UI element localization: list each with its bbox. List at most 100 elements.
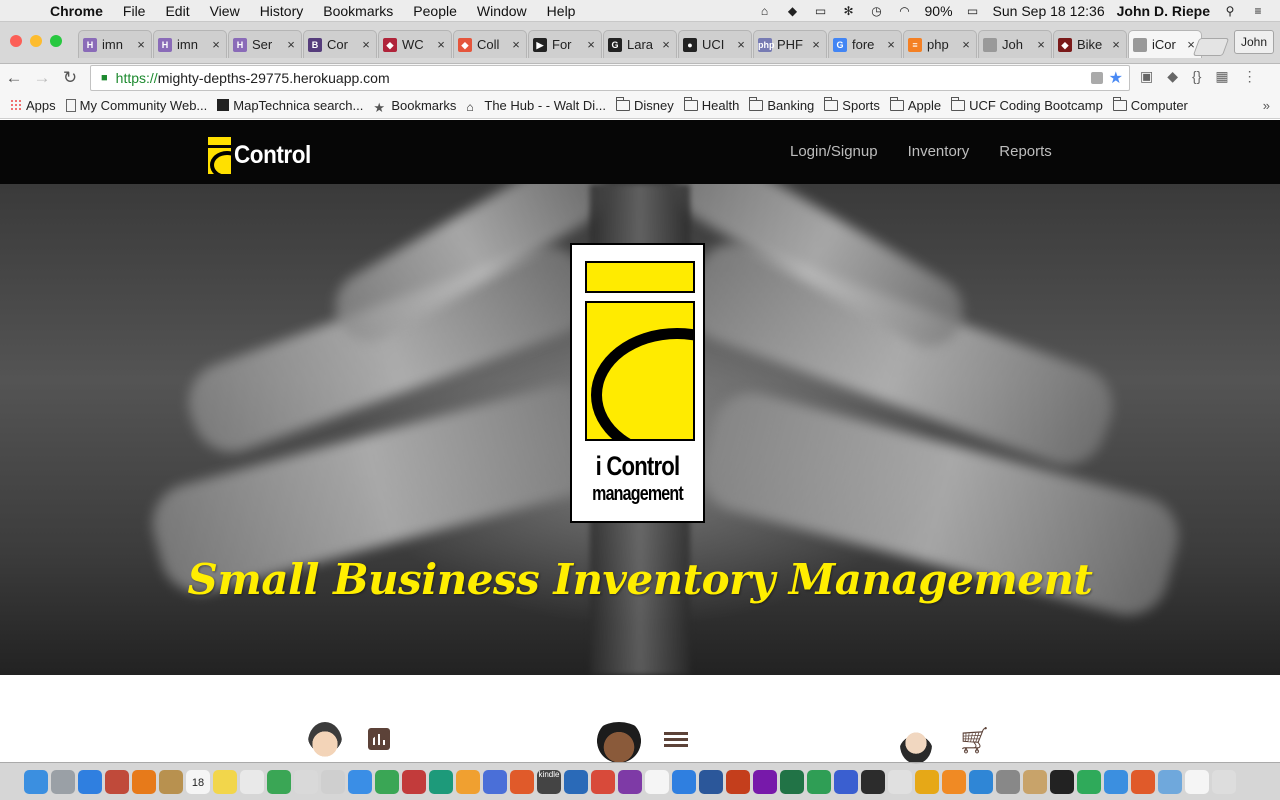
dock-app-icon[interactable] <box>861 769 885 794</box>
browser-tab[interactable]: ◆ Coll × <box>453 30 527 58</box>
dropbox-extension-icon[interactable]: ◆ <box>1167 68 1178 85</box>
dock-app-icon[interactable] <box>240 769 264 794</box>
tab-close-icon[interactable]: × <box>735 37 747 52</box>
tab-close-icon[interactable]: × <box>1110 37 1122 52</box>
dock-app-icon[interactable] <box>1077 769 1101 794</box>
bookmarks-overflow-icon[interactable]: » <box>1263 98 1270 113</box>
zoom-window-button[interactable] <box>50 35 62 47</box>
tab-close-icon[interactable]: × <box>360 37 372 52</box>
dock-app-icon[interactable] <box>1212 769 1236 794</box>
browser-tab[interactable]: B Cor × <box>303 30 377 58</box>
dock-app-icon[interactable] <box>780 769 804 794</box>
browser-tab[interactable]: iCor × <box>1128 30 1202 58</box>
dock-app-icon[interactable] <box>672 769 696 794</box>
dock-app-icon[interactable] <box>915 769 939 794</box>
kindle-dock-icon[interactable]: kindle <box>537 769 561 794</box>
cast-icon[interactable]: ▣ <box>1140 68 1153 85</box>
dock-app-icon[interactable] <box>591 769 615 794</box>
browser-tab[interactable]: H Ser × <box>228 30 302 58</box>
dock-app-icon[interactable] <box>1104 769 1128 794</box>
bookmark-item[interactable]: UCF Coding Bootcamp <box>951 96 1103 113</box>
dock-app-icon[interactable] <box>105 769 129 794</box>
dropbox-icon[interactable]: ◆ <box>785 4 801 18</box>
browser-tab[interactable]: Gfore × <box>828 30 902 58</box>
tab-close-icon[interactable]: × <box>1035 37 1047 52</box>
browser-tab[interactable]: Himn × <box>78 30 152 58</box>
minimize-window-button[interactable] <box>30 35 42 47</box>
dock-app-icon[interactable] <box>159 769 183 794</box>
menu-clock[interactable]: Sun Sep 18 12:36 <box>993 3 1105 19</box>
browser-tab[interactable]: Joh × <box>978 30 1052 58</box>
extension-grid-icon[interactable]: ▦ <box>1215 68 1228 85</box>
dock-app-icon[interactable] <box>753 769 777 794</box>
menu-people[interactable]: People <box>403 3 467 19</box>
browser-tab[interactable]: php PHF × <box>753 30 827 58</box>
dock-app-icon[interactable] <box>267 769 291 794</box>
dock-app-icon[interactable] <box>375 769 399 794</box>
nav-login-signup[interactable]: Login/Signup <box>790 143 878 160</box>
tab-close-icon[interactable]: × <box>285 37 297 52</box>
dock-app-icon[interactable] <box>78 769 102 794</box>
dock-app-icon[interactable] <box>348 769 372 794</box>
bookmark-star-icon[interactable]: ★ <box>1109 68 1123 88</box>
dock-app-icon[interactable] <box>726 769 750 794</box>
tab-close-icon[interactable]: × <box>210 37 222 52</box>
dock-app-icon[interactable] <box>834 769 858 794</box>
bookmark-item[interactable]: Apps <box>10 98 56 113</box>
bookmark-item[interactable]: ⌂ The Hub - - Walt Di... <box>466 98 606 114</box>
dock-app-icon[interactable] <box>483 769 507 794</box>
dock-app-icon[interactable] <box>510 769 534 794</box>
browser-tab[interactable]: Himn × <box>153 30 227 58</box>
dock-app-icon[interactable] <box>942 769 966 794</box>
tab-close-icon[interactable]: × <box>585 37 597 52</box>
dock-app-icon[interactable] <box>618 769 642 794</box>
bluetooth-icon[interactable]: ✻ <box>841 4 857 18</box>
time-machine-icon[interactable]: ◷ <box>869 4 885 18</box>
bookmark-item[interactable]: My Community Web... <box>65 98 207 113</box>
browser-tab[interactable]: ▶ For × <box>528 30 602 58</box>
tab-close-icon[interactable]: × <box>960 37 972 52</box>
dock-app-icon[interactable] <box>402 769 426 794</box>
bookmark-item[interactable]: Disney <box>615 96 674 113</box>
menu-history[interactable]: History <box>250 3 314 19</box>
bookmark-item[interactable]: Banking <box>749 96 814 113</box>
dock-app-icon[interactable] <box>564 769 588 794</box>
dock-app-icon[interactable] <box>645 769 669 794</box>
nav-inventory[interactable]: Inventory <box>908 143 970 160</box>
bookmark-item[interactable]: Apple <box>889 96 941 113</box>
browser-tab[interactable]: ● UCI × <box>678 30 752 58</box>
dock-app-icon[interactable] <box>996 769 1020 794</box>
bookmark-item[interactable]: Sports <box>824 96 880 113</box>
browser-tab[interactable]: ◆ Bike × <box>1053 30 1127 58</box>
dock-app-icon[interactable] <box>1158 769 1182 794</box>
dock-app-icon[interactable] <box>1023 769 1047 794</box>
bookmark-item[interactable]: Computer <box>1112 96 1188 113</box>
dock-app-icon[interactable] <box>132 769 156 794</box>
menu-app-name[interactable]: Chrome <box>40 3 113 19</box>
tab-close-icon[interactable]: × <box>810 37 822 52</box>
tab-close-icon[interactable]: × <box>660 37 672 52</box>
menu-edit[interactable]: Edit <box>155 3 199 19</box>
dock-app-icon[interactable] <box>969 769 993 794</box>
tab-close-icon[interactable]: × <box>435 37 447 52</box>
tab-close-icon[interactable]: × <box>510 37 522 52</box>
menu-bookmarks[interactable]: Bookmarks <box>313 3 403 19</box>
json-extension-icon[interactable]: {} <box>1192 68 1201 85</box>
browser-tab[interactable]: G Lara × <box>603 30 677 58</box>
nav-reports[interactable]: Reports <box>999 143 1052 160</box>
calendar-dock-icon[interactable]: 18 <box>186 769 210 794</box>
menu-view[interactable]: View <box>200 3 250 19</box>
tab-close-icon[interactable]: × <box>135 37 147 52</box>
bookmark-item[interactable]: MapTechnica search... <box>217 98 363 113</box>
chrome-menu-icon[interactable]: ⋮ <box>1243 68 1257 85</box>
dock-app-icon[interactable] <box>51 769 75 794</box>
dock-app-icon[interactable] <box>294 769 318 794</box>
browser-tab[interactable]: ◆ WC × <box>378 30 452 58</box>
menu-file[interactable]: File <box>113 3 156 19</box>
dock-app-icon[interactable] <box>321 769 345 794</box>
dock-app-icon[interactable] <box>213 769 237 794</box>
wifi-icon[interactable]: ◠ <box>897 4 913 18</box>
forward-arrow-icon[interactable]: → <box>28 68 56 88</box>
back-arrow-icon[interactable]: ← <box>0 68 28 88</box>
battery-percent[interactable]: 90% <box>925 3 953 19</box>
